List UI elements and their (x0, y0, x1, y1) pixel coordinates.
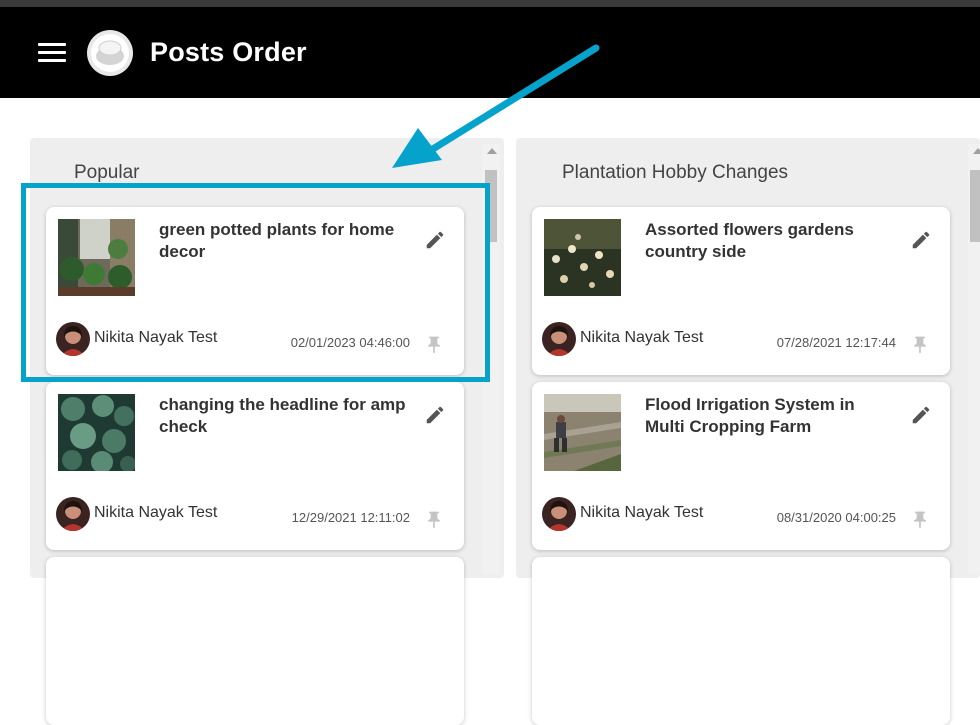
post-thumbnail (544, 394, 621, 471)
column-title: Plantation Hobby Changes (562, 162, 789, 183)
post-card[interactable] (532, 557, 950, 725)
post-date: 07/28/2021 12:17:44 (776, 335, 896, 350)
avatar (56, 497, 90, 531)
menu-icon[interactable] (38, 43, 66, 63)
page-title: Posts Order (150, 37, 307, 67)
post-title: changing the headline for amp check (159, 395, 406, 436)
post-author: Nikita Nayak Test (580, 329, 704, 346)
pin-icon[interactable] (910, 334, 930, 356)
scroll-up-arrow-icon[interactable] (487, 148, 497, 154)
pencil-icon[interactable] (910, 404, 932, 426)
highlight-box (21, 183, 490, 382)
post-title: Assorted flowers gardens country side (645, 220, 854, 261)
post-card[interactable] (46, 557, 464, 725)
scrollbar[interactable] (968, 144, 980, 574)
app-bar: Posts Order (0, 7, 980, 98)
post-card[interactable]: changing the headline for amp check Niki… (46, 382, 464, 550)
post-title: Flood Irrigation System in Multi Croppin… (645, 395, 855, 436)
window-top-edge (0, 0, 980, 7)
pin-icon[interactable] (424, 509, 444, 531)
post-date: 12/29/2021 12:11:02 (291, 510, 410, 525)
post-card[interactable]: Flood Irrigation System in Multi Croppin… (532, 382, 950, 550)
column-title: Popular (74, 162, 140, 183)
column-plantation-hobby-changes: Plantation Hobby Changes Assorted flower… (516, 138, 980, 725)
scroll-thumb[interactable] (970, 170, 980, 242)
pin-icon[interactable] (910, 509, 930, 531)
post-author: Nikita Nayak Test (94, 504, 218, 521)
post-card[interactable]: Assorted flowers gardens country side Ni… (532, 207, 950, 375)
pencil-icon[interactable] (910, 229, 932, 251)
post-date: 08/31/2020 04:00:25 (776, 510, 896, 525)
post-author: Nikita Nayak Test (580, 504, 704, 521)
avatar (542, 322, 576, 356)
avatar (542, 497, 576, 531)
scroll-up-arrow-icon[interactable] (973, 148, 980, 154)
post-thumbnail (544, 219, 621, 296)
logo (87, 30, 133, 76)
pencil-icon[interactable] (424, 404, 446, 426)
post-thumbnail (58, 394, 135, 471)
